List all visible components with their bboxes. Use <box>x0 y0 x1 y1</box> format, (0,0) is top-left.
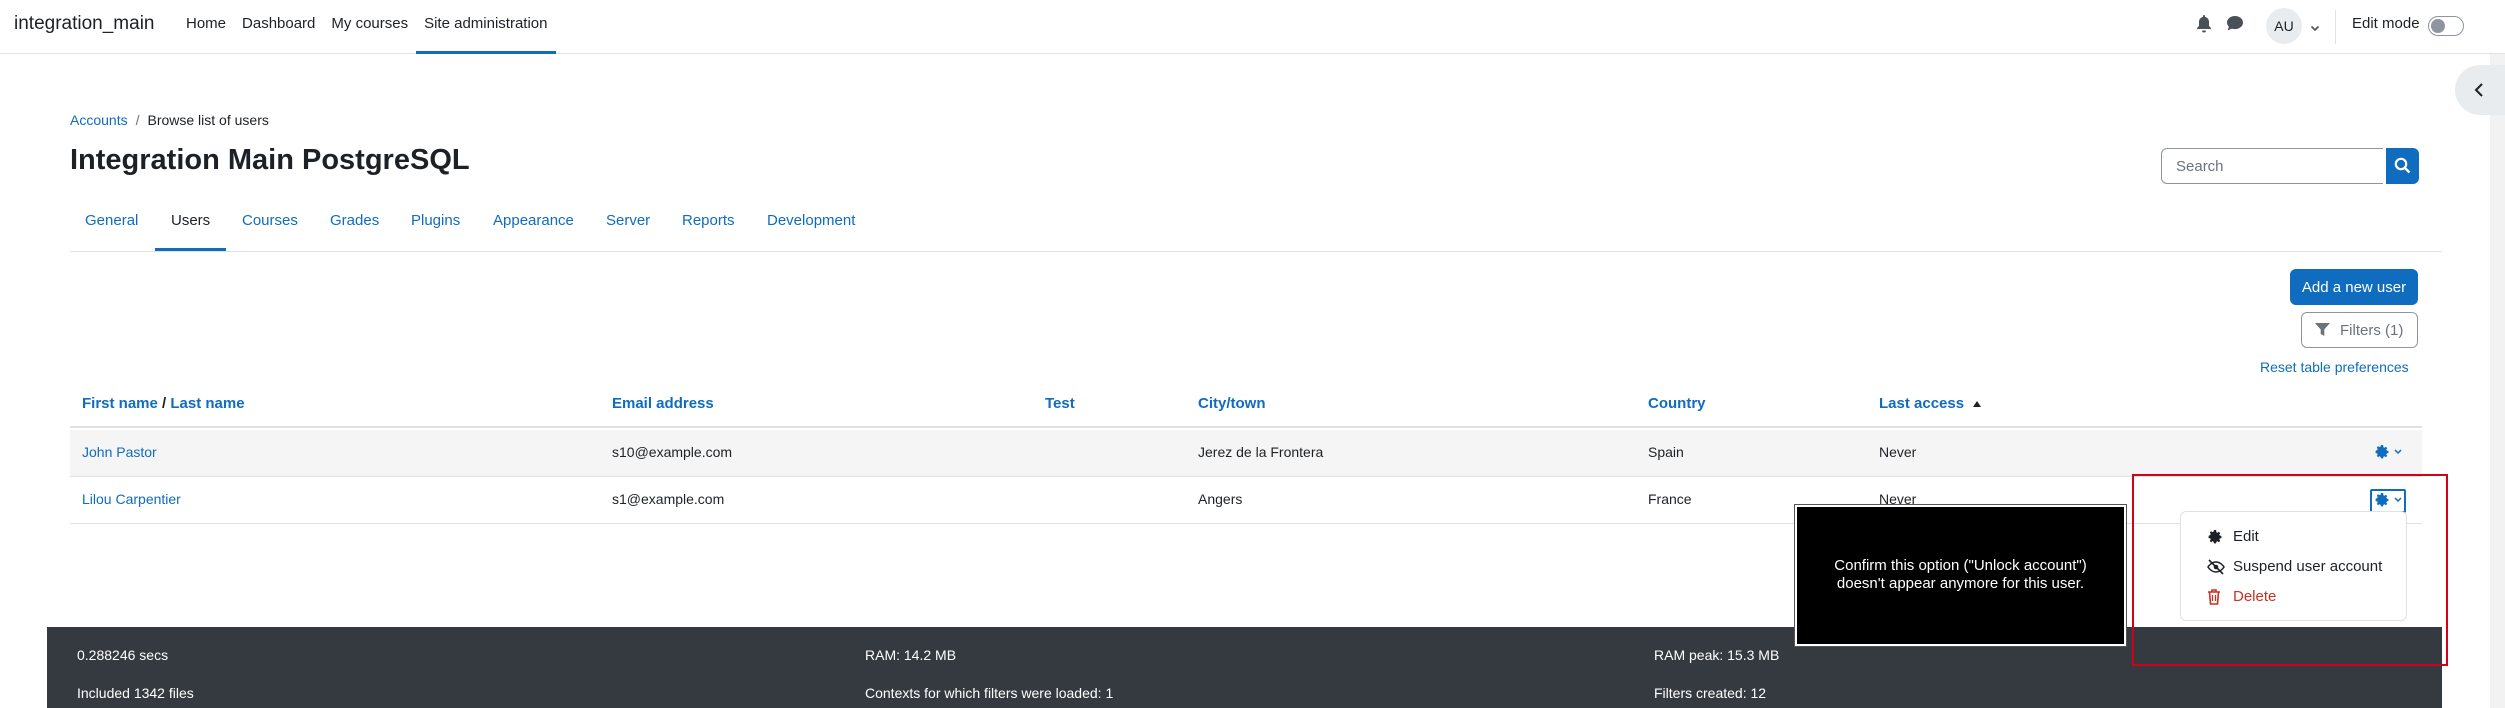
sort-ascending-icon <box>1972 395 1982 412</box>
sort-last-name-link[interactable]: Last name <box>170 395 244 412</box>
tab-server[interactable]: Server <box>606 212 650 229</box>
user-name-link[interactable]: John Pastor <box>82 444 157 460</box>
open-drawer-button[interactable] <box>2455 65 2505 115</box>
edit-mode-label: Edit mode <box>2352 15 2420 32</box>
reset-table-preferences-link[interactable]: Reset table preferences <box>2260 359 2409 375</box>
edit-mode-toggle[interactable] <box>2428 16 2464 36</box>
nav-home[interactable]: Home <box>178 0 234 54</box>
search-input[interactable] <box>2161 148 2383 184</box>
table-header: First name / Last name Email address Tes… <box>70 384 2422 428</box>
filter-icon <box>2315 323 2330 336</box>
chevron-down-icon <box>2394 449 2402 455</box>
gear-icon <box>2375 445 2389 459</box>
notifications-bell-icon[interactable] <box>2196 15 2212 37</box>
user-last-access: Never <box>1879 444 1917 460</box>
breadcrumb-accounts[interactable]: Accounts <box>70 112 128 128</box>
tab-reports[interactable]: Reports <box>682 212 735 229</box>
nav-dashboard[interactable]: Dashboard <box>234 0 323 54</box>
user-city: Angers <box>1198 491 1243 507</box>
filters-label: Filters (1) <box>2340 322 2404 339</box>
page-title: Integration Main PostgreSQL <box>70 144 470 176</box>
sort-country-link[interactable]: Country <box>1648 395 1706 412</box>
tab-users[interactable]: Users <box>171 212 210 229</box>
breadcrumb-separator: / <box>135 112 140 128</box>
sort-last-access-link[interactable]: Last access <box>1879 395 1964 412</box>
user-email: s1@example.com <box>612 491 725 507</box>
footer-contexts: Contexts for which filters were loaded: … <box>865 685 1114 701</box>
sort-test-link[interactable]: Test <box>1045 395 1075 412</box>
search-icon <box>2394 157 2411 174</box>
table-row: John Pastor s10@example.com Jerez de la … <box>70 430 2422 477</box>
header-name: First name / Last name <box>82 395 245 412</box>
chevron-down-icon <box>2310 20 2320 37</box>
user-country: Spain <box>1648 444 1684 460</box>
breadcrumb-current: Browse list of users <box>147 112 269 128</box>
user-country: France <box>1648 491 1692 507</box>
user-name-link[interactable]: Lilou Carpentier <box>82 491 181 507</box>
user-email: s10@example.com <box>612 444 733 460</box>
avatar: AU <box>2266 8 2302 44</box>
breadcrumb: Accounts / Browse list of users <box>70 112 269 128</box>
chevron-left-icon <box>2474 83 2483 97</box>
secondary-navigation: General Users Courses Grades Plugins App… <box>70 200 2442 252</box>
footer-filters: Filters created: 12 <box>1654 685 1767 701</box>
top-navbar: integration_main Home Dashboard My cours… <box>0 0 2505 54</box>
header-slash: / <box>162 395 167 412</box>
tab-appearance[interactable]: Appearance <box>493 212 574 229</box>
user-menu-button[interactable]: AU <box>2266 8 2326 44</box>
tab-courses[interactable]: Courses <box>242 212 298 229</box>
nav-site-administration[interactable]: Site administration <box>416 0 556 54</box>
annotation-tooltip: Confirm this option ("Unlock account") d… <box>1795 505 2126 646</box>
messages-chat-icon[interactable] <box>2226 15 2244 36</box>
footer-ram: RAM: 14.2 MB <box>865 647 957 663</box>
active-tab-indicator <box>155 248 226 251</box>
annotation-highlight-box <box>2132 474 2448 666</box>
sort-email-link[interactable]: Email address <box>612 395 714 412</box>
navbar-divider <box>2335 10 2336 44</box>
search-button[interactable] <box>2386 148 2419 184</box>
sort-first-name-link[interactable]: First name <box>82 395 158 412</box>
user-city: Jerez de la Frontera <box>1198 444 1324 460</box>
page-scrollbar[interactable] <box>2490 54 2505 708</box>
site-brand[interactable]: integration_main <box>14 13 154 35</box>
add-new-user-button[interactable]: Add a new user <box>2290 269 2418 305</box>
tab-grades[interactable]: Grades <box>330 212 379 229</box>
footer-files: Included 1342 files <box>77 685 194 701</box>
tab-plugins[interactable]: Plugins <box>411 212 460 229</box>
primary-navigation: Home Dashboard My courses Site administr… <box>178 0 556 54</box>
tab-general[interactable]: General <box>85 212 138 229</box>
toggle-knob <box>2431 19 2445 33</box>
filters-button[interactable]: Filters (1) <box>2301 312 2418 348</box>
tab-development[interactable]: Development <box>767 212 855 229</box>
nav-my-courses[interactable]: My courses <box>323 0 416 54</box>
footer-time: 0.288246 secs <box>77 647 169 663</box>
row-actions-button[interactable] <box>2370 442 2406 466</box>
sort-city-link[interactable]: City/town <box>1198 395 1266 412</box>
footer-ram-peak: RAM peak: 15.3 MB <box>1654 647 1780 663</box>
